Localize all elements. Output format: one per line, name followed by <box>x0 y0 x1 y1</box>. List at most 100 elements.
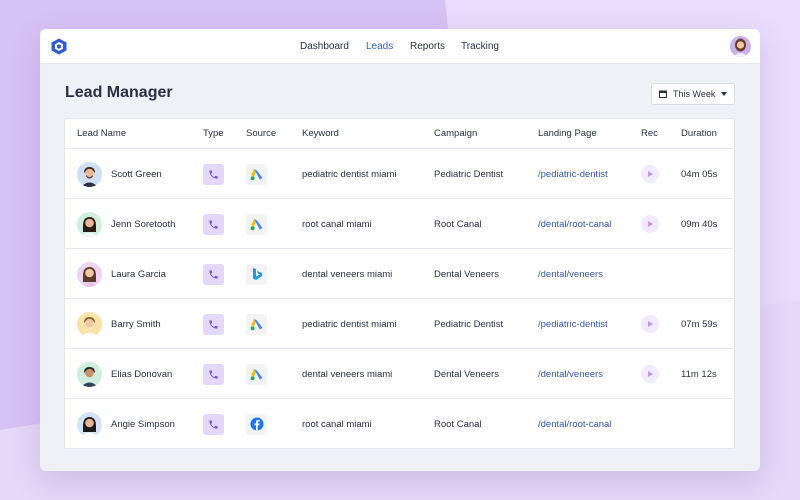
phone-icon <box>209 369 218 379</box>
table-row[interactable]: Laura Garcia dental veneers miami Dental… <box>65 249 734 299</box>
lead-name-cell: Barry Smith <box>77 299 161 349</box>
keyword-cell: root canal miami <box>302 199 372 249</box>
phone-icon <box>209 419 218 429</box>
col-keyword[interactable]: Keyword <box>302 119 339 149</box>
phone-icon <box>209 319 218 329</box>
avatar <box>77 311 102 337</box>
play-recording-button[interactable] <box>641 165 659 183</box>
source-cell <box>246 349 267 399</box>
call-type-badge[interactable] <box>203 363 224 385</box>
app-logo-icon[interactable] <box>51 38 67 55</box>
col-type[interactable]: Type <box>203 119 224 149</box>
calendar-icon <box>659 90 667 98</box>
campaign: Pediatric Dentist <box>434 168 504 180</box>
nav-dashboard[interactable]: Dashboard <box>300 29 349 64</box>
col-landing-page[interactable]: Landing Page <box>538 119 597 149</box>
table-body: Scott Green pediatric dentist miami Pedi… <box>65 149 734 449</box>
keyword: pediatric dentist miami <box>302 318 397 330</box>
nav-tracking[interactable]: Tracking <box>461 29 499 64</box>
user-avatar[interactable] <box>730 36 751 57</box>
rec-cell <box>641 299 659 349</box>
lead-name[interactable]: Jenn Soretooth <box>111 219 175 230</box>
nav-reports[interactable]: Reports <box>410 29 445 64</box>
table-row[interactable]: Jenn Soretooth root canal miami Root Can… <box>65 199 734 249</box>
avatar <box>77 211 102 237</box>
table-row[interactable]: Barry Smith pediatric dentist miami Pedi… <box>65 299 734 349</box>
landing-page-link[interactable]: /pediatric-dentist <box>538 169 608 180</box>
landing-page-cell: /dental/root-canal <box>538 399 611 449</box>
rec-cell <box>641 149 659 199</box>
table-row[interactable]: Scott Green pediatric dentist miami Pedi… <box>65 149 734 199</box>
source-cell <box>246 149 267 199</box>
duration-cell: 09m 40s <box>681 199 717 249</box>
source-badge <box>246 313 267 335</box>
google-ads-icon <box>250 218 262 230</box>
source-badge <box>246 263 267 285</box>
play-icon <box>648 171 653 177</box>
table-row[interactable]: Angie Simpson root canal miami Root Cana… <box>65 399 734 449</box>
call-type-badge[interactable] <box>203 263 224 285</box>
leads-table: Lead Name Type Source Keyword Campaign L… <box>64 118 735 449</box>
play-recording-button[interactable] <box>641 365 659 383</box>
lead-name[interactable]: Angie Simpson <box>111 419 175 430</box>
col-lead-name[interactable]: Lead Name <box>77 119 126 149</box>
call-type-badge[interactable] <box>203 413 224 435</box>
nav-leads[interactable]: Leads <box>366 29 393 64</box>
keyword: pediatric dentist miami <box>302 168 397 180</box>
keyword-cell: dental veneers miami <box>302 349 392 399</box>
top-navbar: Dashboard Leads Reports Tracking <box>40 29 760 64</box>
date-filter-dropdown[interactable]: This Week <box>651 83 735 105</box>
source-badge <box>246 413 267 435</box>
landing-page-link[interactable]: /dental/root-canal <box>538 219 611 230</box>
rec-cell <box>641 349 659 399</box>
campaign-cell: Pediatric Dentist <box>434 149 503 199</box>
app-window: Dashboard Leads Reports Tracking Lead Ma… <box>40 29 760 471</box>
source-cell <box>246 249 267 299</box>
landing-page-link[interactable]: /dental/root-canal <box>538 419 611 430</box>
keyword: dental veneers miami <box>302 368 393 380</box>
lead-name[interactable]: Elias Donovan <box>111 369 172 380</box>
page-title: Lead Manager <box>65 84 173 101</box>
col-duration[interactable]: Duration <box>681 119 717 149</box>
avatar <box>77 361 102 387</box>
google-ads-icon <box>250 368 262 380</box>
google-ads-icon <box>250 318 262 330</box>
campaign: Pediatric Dentist <box>434 318 504 330</box>
col-rec[interactable]: Rec <box>641 119 658 149</box>
campaign-cell: Root Canal <box>434 199 482 249</box>
campaign-cell: Root Canal <box>434 399 482 449</box>
lead-name[interactable]: Laura Garcia <box>111 269 166 280</box>
call-type-badge[interactable] <box>203 163 224 185</box>
col-campaign[interactable]: Campaign <box>434 119 477 149</box>
table-header: Lead Name Type Source Keyword Campaign L… <box>65 119 734 149</box>
facebook-icon <box>250 417 263 431</box>
keyword-cell: pediatric dentist miami <box>302 149 397 199</box>
col-source[interactable]: Source <box>246 119 276 149</box>
landing-page-link[interactable]: /pediatric-dentist <box>538 319 608 330</box>
play-icon <box>648 371 653 377</box>
source-badge <box>246 363 267 385</box>
type-cell <box>203 249 224 299</box>
call-type-badge[interactable] <box>203 213 224 235</box>
campaign-cell: Pediatric Dentist <box>434 299 503 349</box>
campaign: Dental Veneers <box>434 368 499 380</box>
landing-page-link[interactable]: /dental/veneers <box>538 369 603 380</box>
lead-name[interactable]: Barry Smith <box>111 319 161 330</box>
play-icon <box>648 221 653 227</box>
play-recording-button[interactable] <box>641 315 659 333</box>
landing-page-link[interactable]: /dental/veneers <box>538 269 603 280</box>
play-recording-button[interactable] <box>641 215 659 233</box>
keyword: root canal miami <box>302 218 372 230</box>
source-cell <box>246 299 267 349</box>
type-cell <box>203 349 224 399</box>
google-ads-icon <box>250 168 262 180</box>
lead-name[interactable]: Scott Green <box>111 169 162 180</box>
type-cell <box>203 149 224 199</box>
keyword-cell: root canal miami <box>302 399 372 449</box>
rec-cell <box>641 199 659 249</box>
source-cell <box>246 199 267 249</box>
keyword-cell: dental veneers miami <box>302 249 392 299</box>
call-type-badge[interactable] <box>203 313 224 335</box>
table-row[interactable]: Elias Donovan dental veneers miami Denta… <box>65 349 734 399</box>
play-icon <box>648 321 653 327</box>
